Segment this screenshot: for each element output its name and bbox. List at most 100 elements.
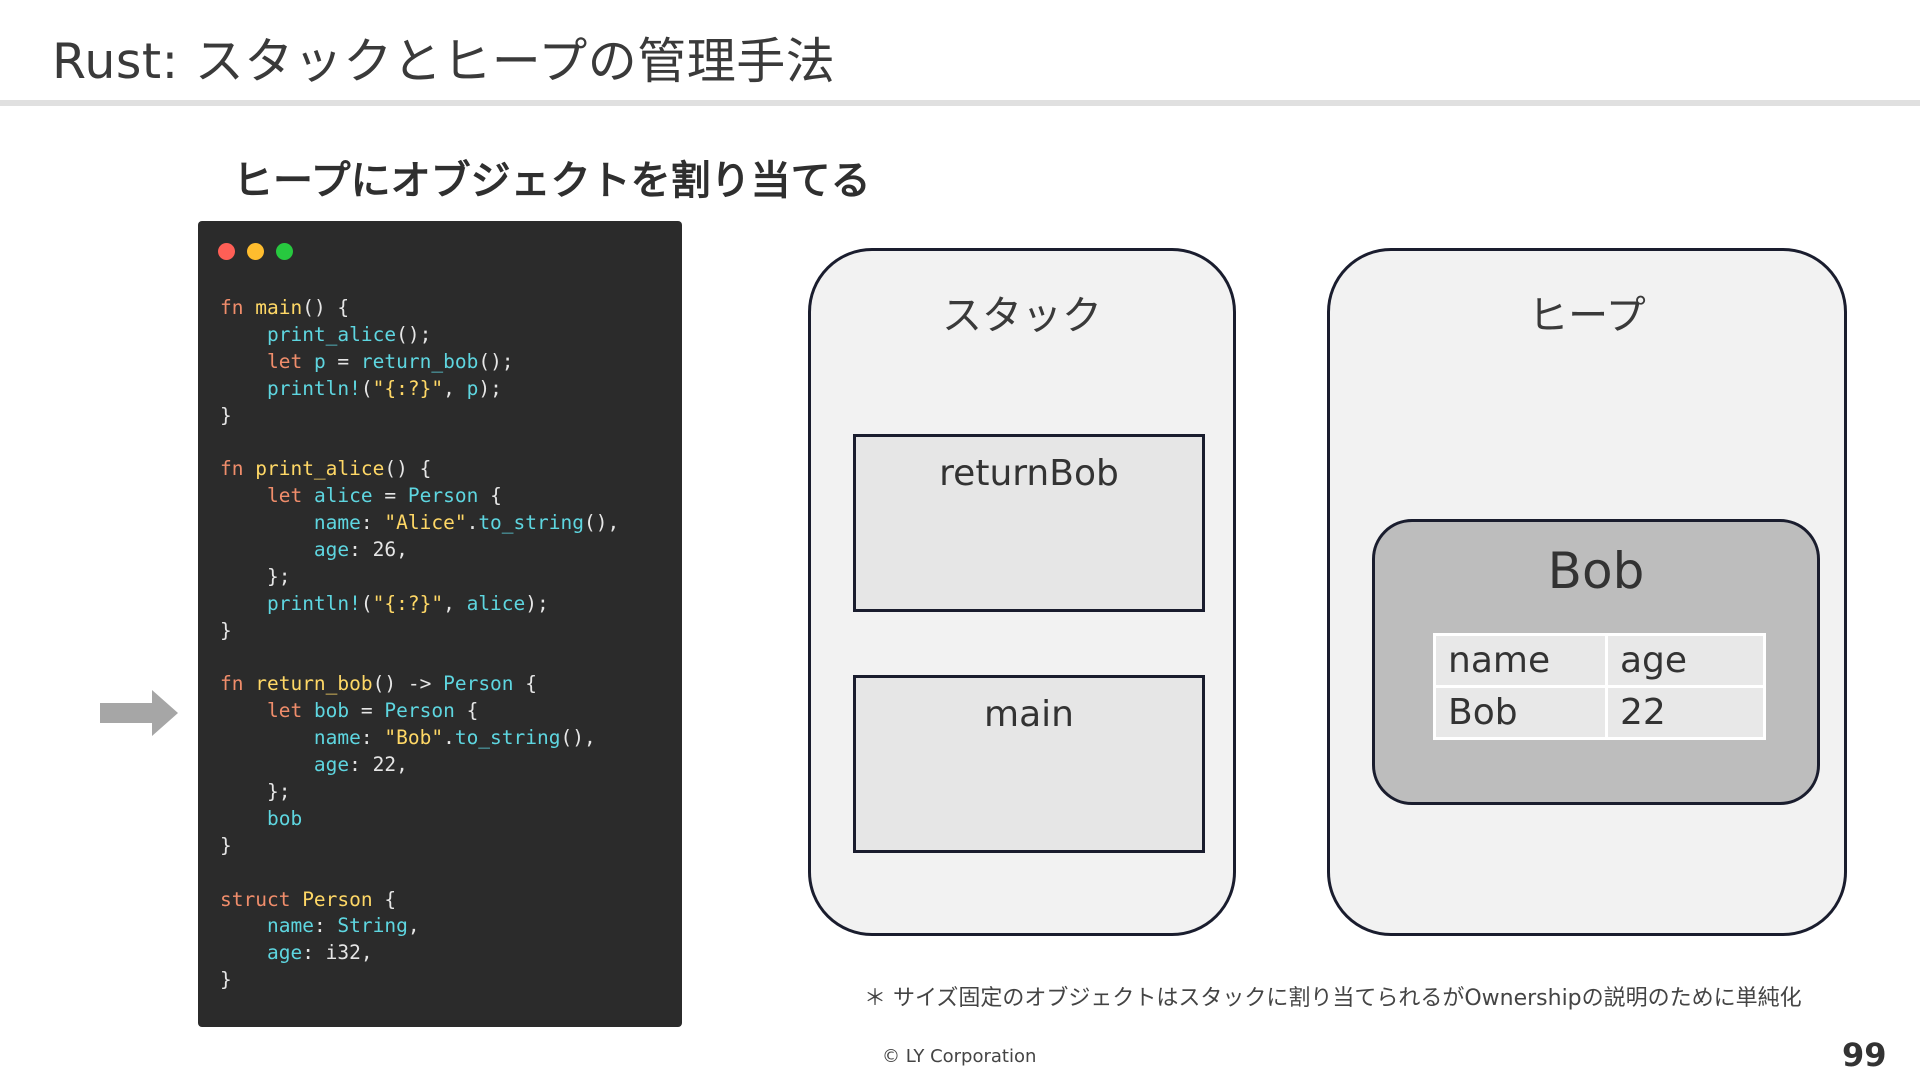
- code-line: name: String,: [220, 913, 619, 940]
- code-token: "Alice": [384, 511, 467, 535]
- code-line: bob: [220, 806, 619, 833]
- code-token: print_alice: [255, 457, 385, 481]
- stack-frame-returnbob: returnBob: [853, 434, 1205, 612]
- table-header-age: age: [1605, 633, 1766, 688]
- code-line: let alice = Person {: [220, 483, 619, 510]
- code-token: println!: [266, 591, 361, 615]
- code-token: : 26,: [349, 538, 408, 562]
- code-token: () {: [302, 296, 350, 319]
- heap-object-table: name age Bob 22: [1433, 633, 1766, 740]
- code-line: let bob = Person {: [220, 698, 619, 725]
- code-token: return_bob: [360, 349, 479, 373]
- slide-title: Rust: スタックとヒープの管理手法: [52, 33, 836, 90]
- code-line: fn main() {: [220, 295, 619, 322]
- code-token: "Bob": [384, 726, 444, 750]
- heap-object-title: Bob: [1547, 542, 1645, 600]
- heap-panel: ヒープ Bob name age Bob 22: [1327, 248, 1847, 936]
- code-token: name: [266, 914, 314, 938]
- code-token: let: [266, 699, 314, 723]
- code-token: main: [255, 296, 303, 319]
- code-token: =: [372, 484, 408, 508]
- code-token: ();: [478, 349, 514, 373]
- table-header-name: name: [1433, 633, 1608, 688]
- code-token: : 22,: [349, 753, 408, 777]
- code-token: fn: [220, 672, 256, 696]
- code-token: (),: [560, 726, 596, 750]
- code-token: }: [220, 968, 232, 992]
- code-token: to_string: [478, 511, 584, 535]
- code-token: age: [266, 941, 303, 965]
- code-line: }: [220, 833, 619, 860]
- code-token: Person: [302, 887, 373, 911]
- code-line: fn return_bob() -> Person {: [220, 671, 619, 698]
- code-line: name: "Alice".to_string(),: [220, 510, 619, 537]
- code-line: struct Person {: [220, 887, 619, 914]
- stack-title: スタック: [942, 293, 1102, 339]
- code-token: alice: [313, 484, 373, 508]
- code-token: fn: [220, 296, 256, 319]
- code-token: "{:?}": [372, 376, 444, 400]
- code-line: println!("{:?}", p);: [220, 376, 619, 403]
- table-cell-name: Bob: [1433, 685, 1608, 740]
- code-token: fn: [220, 457, 256, 481]
- code-token: ,: [407, 914, 420, 938]
- code-token: bob: [266, 806, 303, 830]
- code-token: =: [349, 699, 385, 723]
- code-token: };: [220, 780, 291, 804]
- current-line-arrow-icon: [100, 690, 178, 740]
- code-token: Person: [443, 672, 514, 696]
- slide-subtitle: ヒープにオブジェクトを割り当てる: [233, 158, 871, 204]
- stack-panel: スタック returnBob main: [808, 248, 1236, 936]
- code-token: name: [313, 726, 361, 750]
- code-token: p: [313, 349, 326, 373]
- footnote: ＊ サイズ固定のオブジェクトはスタックに割り当てられるがOwnershipの説明…: [864, 986, 1802, 1011]
- code-token: String: [337, 914, 408, 938]
- code-line: fn print_alice() {: [220, 456, 619, 483]
- code-token: (: [360, 591, 373, 615]
- code-line: age: 26,: [220, 537, 619, 564]
- code-token: {: [454, 699, 479, 723]
- code-token: "{:?}": [372, 591, 444, 615]
- code-token: }: [220, 618, 232, 642]
- code-token: age: [313, 538, 350, 562]
- code-token: );: [525, 591, 549, 615]
- code-token: name: [313, 511, 361, 535]
- code-token: }: [220, 833, 232, 857]
- table-cell-age: 22: [1605, 685, 1766, 740]
- heap-object-bob: Bob name age Bob 22: [1372, 519, 1820, 805]
- code-line: };: [220, 779, 619, 806]
- table-row: Bob 22: [1433, 685, 1766, 740]
- close-dot-icon: [218, 243, 235, 260]
- code-token: {: [478, 484, 502, 508]
- code-token: :: [360, 726, 385, 750]
- code-token: .: [466, 511, 479, 535]
- code-token: Person: [384, 699, 455, 723]
- code-line: }: [220, 618, 619, 645]
- window-controls: [218, 243, 293, 260]
- maximize-dot-icon: [276, 243, 293, 260]
- minimize-dot-icon: [247, 243, 264, 260]
- code-token: :: [360, 511, 385, 535]
- copyright: © LY Corporation: [882, 1046, 1037, 1067]
- code-line: let p = return_bob();: [220, 349, 619, 376]
- code-token: (),: [583, 511, 620, 535]
- code-token: ,: [443, 376, 467, 400]
- code-token: };: [220, 564, 291, 588]
- code-token: {: [372, 887, 397, 911]
- code-line: age: i32,: [220, 940, 619, 967]
- code-token: let: [266, 349, 314, 373]
